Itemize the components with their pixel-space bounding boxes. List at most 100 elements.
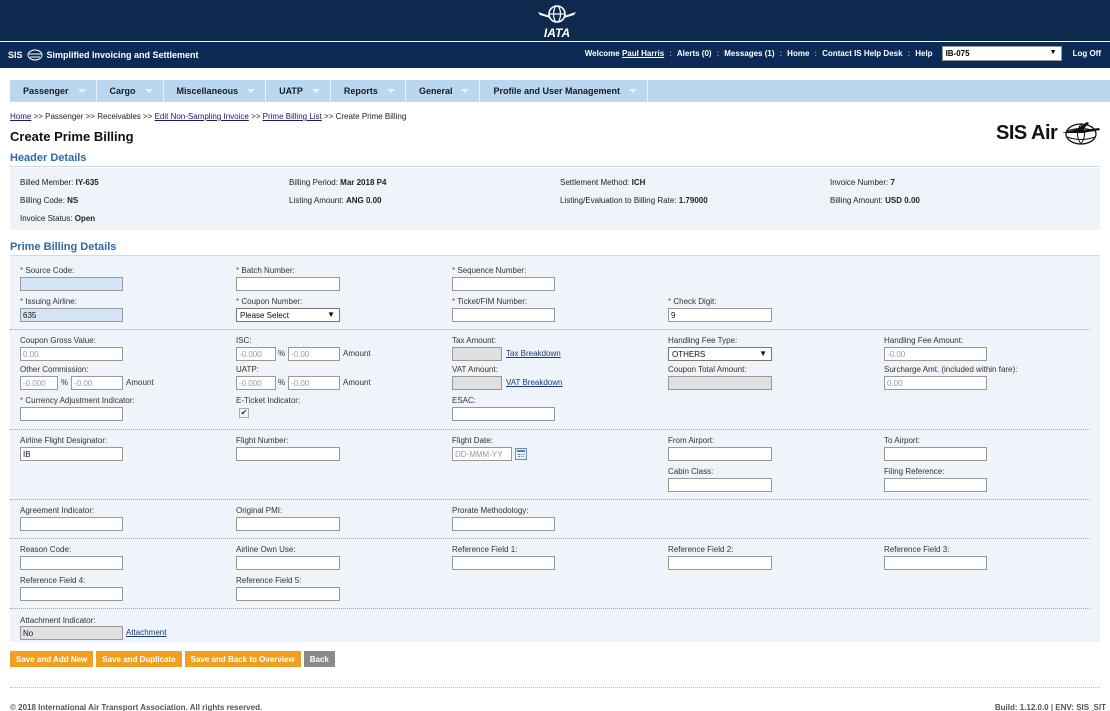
handling-fee-type-select[interactable]: OTHERS ▼ bbox=[668, 347, 772, 361]
prorate-methodology-label: Prorate Methodology: bbox=[452, 506, 529, 515]
filing-reference-label: Filing Reference: bbox=[884, 467, 945, 476]
billing-period: Billing Period: Mar 2018 P4 bbox=[289, 178, 387, 187]
prorate-methodology-input[interactable] bbox=[452, 517, 555, 531]
other-commission-amount-input[interactable]: -0.00 bbox=[71, 376, 123, 390]
app-title-prefix: SIS bbox=[8, 50, 23, 60]
sequence-number-label: * Sequence Number: bbox=[452, 266, 527, 275]
from-airport-input[interactable] bbox=[668, 447, 772, 461]
sequence-number-input[interactable] bbox=[452, 277, 555, 291]
flight-date-input[interactable]: DD-MMM-YY bbox=[452, 447, 512, 461]
attachment-indicator-input: No bbox=[20, 626, 123, 640]
filing-reference-input[interactable] bbox=[884, 478, 987, 492]
cabin-class-input[interactable] bbox=[668, 478, 772, 492]
back-button[interactable]: Back bbox=[303, 651, 335, 667]
logoff-link[interactable]: Log Off bbox=[1068, 49, 1106, 58]
invoice-status: Invoice Status: Open bbox=[20, 214, 96, 223]
chevron-down-icon bbox=[77, 89, 86, 93]
reference-field-1-input[interactable] bbox=[452, 556, 555, 570]
reference-field-4-input[interactable] bbox=[20, 587, 123, 601]
percent-sign: % bbox=[61, 378, 69, 387]
airline-own-use-input[interactable] bbox=[236, 556, 340, 570]
nav-reports[interactable]: Reports bbox=[331, 80, 406, 102]
percent-sign: % bbox=[278, 378, 286, 387]
eticket-checkbox[interactable]: ✔ bbox=[239, 408, 249, 418]
tax-amount-label: Tax Amount: bbox=[452, 336, 497, 345]
nav-uatp[interactable]: UATP bbox=[266, 80, 331, 102]
flight-date-label: Flight Date: bbox=[452, 436, 493, 445]
reference-field-2-input[interactable] bbox=[668, 556, 772, 570]
reference-field-3-label: Reference Field 3: bbox=[884, 545, 950, 554]
source-code-input[interactable] bbox=[20, 277, 123, 291]
save-and-back-button[interactable]: Save and Back to Overview bbox=[184, 651, 301, 667]
divider bbox=[10, 329, 1090, 330]
to-airport-label: To Airport: bbox=[884, 436, 921, 445]
isc-amount-input[interactable]: -0.00 bbox=[288, 347, 340, 361]
home-link[interactable]: Home bbox=[782, 49, 814, 58]
nav-miscellaneous[interactable]: Miscellaneous bbox=[164, 80, 267, 102]
nav-passenger[interactable]: Passenger bbox=[10, 80, 97, 102]
chevron-down-icon: ▼ bbox=[759, 349, 767, 358]
tax-amount-input bbox=[452, 347, 502, 361]
billed-member: Billed Member: IY-635 bbox=[20, 178, 99, 187]
messages-link[interactable]: Messages (1) bbox=[719, 49, 779, 58]
contact-help-desk-link[interactable]: Contact IS Help Desk bbox=[817, 49, 907, 58]
member-select[interactable]: IB-075 ▼ bbox=[941, 46, 1062, 61]
chevron-down-icon bbox=[144, 89, 153, 93]
flight-number-label: Flight Number: bbox=[236, 436, 289, 445]
chevron-down-icon: ▼ bbox=[327, 310, 335, 319]
breadcrumb-edit-invoice[interactable]: Edit Non-Sampling Invoice bbox=[155, 112, 249, 121]
check-digit-input[interactable]: 9 bbox=[668, 308, 772, 322]
breadcrumb-prime-billing-list[interactable]: Prime Billing List bbox=[263, 112, 322, 121]
reason-code-input[interactable] bbox=[20, 556, 123, 570]
breadcrumb: Home >> Passenger >> Receivables >> Edit… bbox=[10, 112, 407, 121]
vat-amount-label: VAT Amount: bbox=[452, 365, 498, 374]
nav-cargo[interactable]: Cargo bbox=[97, 80, 164, 102]
nav-profile-user-management[interactable]: Profile and User Management bbox=[480, 80, 649, 102]
alerts-link[interactable]: Alerts (0) bbox=[672, 49, 717, 58]
breadcrumb-home[interactable]: Home bbox=[10, 112, 31, 121]
handling-fee-amount-input[interactable]: -0.00 bbox=[884, 347, 987, 361]
coupon-gross-input[interactable]: 0.00 bbox=[20, 347, 123, 361]
billing-rate: Listing/Evaluation to Billing Rate: 1.79… bbox=[560, 196, 708, 205]
divider bbox=[10, 499, 1090, 500]
divider bbox=[10, 429, 1090, 430]
ticket-number-input[interactable] bbox=[452, 308, 555, 322]
to-airport-input[interactable] bbox=[884, 447, 987, 461]
surcharge-input[interactable]: 0.00 bbox=[884, 376, 987, 390]
help-link[interactable]: Help bbox=[910, 49, 937, 58]
save-and-add-new-button[interactable]: Save and Add New bbox=[10, 651, 94, 667]
user-name-link[interactable]: Paul Harris bbox=[622, 49, 664, 58]
divider bbox=[10, 608, 1090, 609]
save-and-duplicate-button[interactable]: Save and Duplicate bbox=[96, 651, 182, 667]
top-links: Welcome Paul Harris : Alerts (0) : Messa… bbox=[580, 46, 1106, 61]
reference-field-2-label: Reference Field 2: bbox=[668, 545, 734, 554]
esac-input[interactable] bbox=[452, 407, 555, 421]
tax-breakdown-link[interactable]: Tax Breakdown bbox=[506, 349, 561, 358]
nav-general[interactable]: General bbox=[406, 80, 481, 102]
chevron-down-icon bbox=[311, 89, 320, 93]
settlement-method: Settlement Method: ICH bbox=[560, 178, 646, 187]
issuing-airline-input[interactable]: 635 bbox=[20, 308, 123, 322]
currency-adjustment-input[interactable] bbox=[20, 407, 123, 421]
vat-breakdown-link[interactable]: VAT Breakdown bbox=[506, 378, 562, 387]
svg-text:IATA: IATA bbox=[544, 26, 570, 39]
coupon-number-select[interactable]: Please Select ▼ bbox=[236, 308, 340, 322]
agreement-indicator-input[interactable] bbox=[20, 517, 123, 531]
flight-number-input[interactable] bbox=[236, 447, 340, 461]
calendar-icon[interactable] bbox=[515, 448, 527, 460]
footer-build: Build: 1.12.0.0 | ENV: SIS_SIT bbox=[994, 703, 1106, 711]
coupon-number-label: * Coupon Number: bbox=[236, 297, 303, 306]
flight-designator-input[interactable]: IB bbox=[20, 447, 123, 461]
reason-code-label: Reason Code: bbox=[20, 545, 72, 554]
uatp-amount-input[interactable]: -0.00 bbox=[288, 376, 340, 390]
footer-copyright: © 2018 International Air Transport Assoc… bbox=[10, 703, 263, 711]
breadcrumb-receivables: Receivables bbox=[97, 112, 141, 121]
attachment-link[interactable]: Attachment bbox=[126, 628, 166, 637]
isc-percent-input[interactable]: -0.000 bbox=[236, 347, 276, 361]
reference-field-5-input[interactable] bbox=[236, 587, 340, 601]
uatp-percent-input[interactable]: -0.000 bbox=[236, 376, 276, 390]
batch-number-input[interactable] bbox=[236, 277, 340, 291]
other-commission-percent-input[interactable]: -0.000 bbox=[20, 376, 58, 390]
original-pmi-input[interactable] bbox=[236, 517, 340, 531]
reference-field-3-input[interactable] bbox=[884, 556, 987, 570]
